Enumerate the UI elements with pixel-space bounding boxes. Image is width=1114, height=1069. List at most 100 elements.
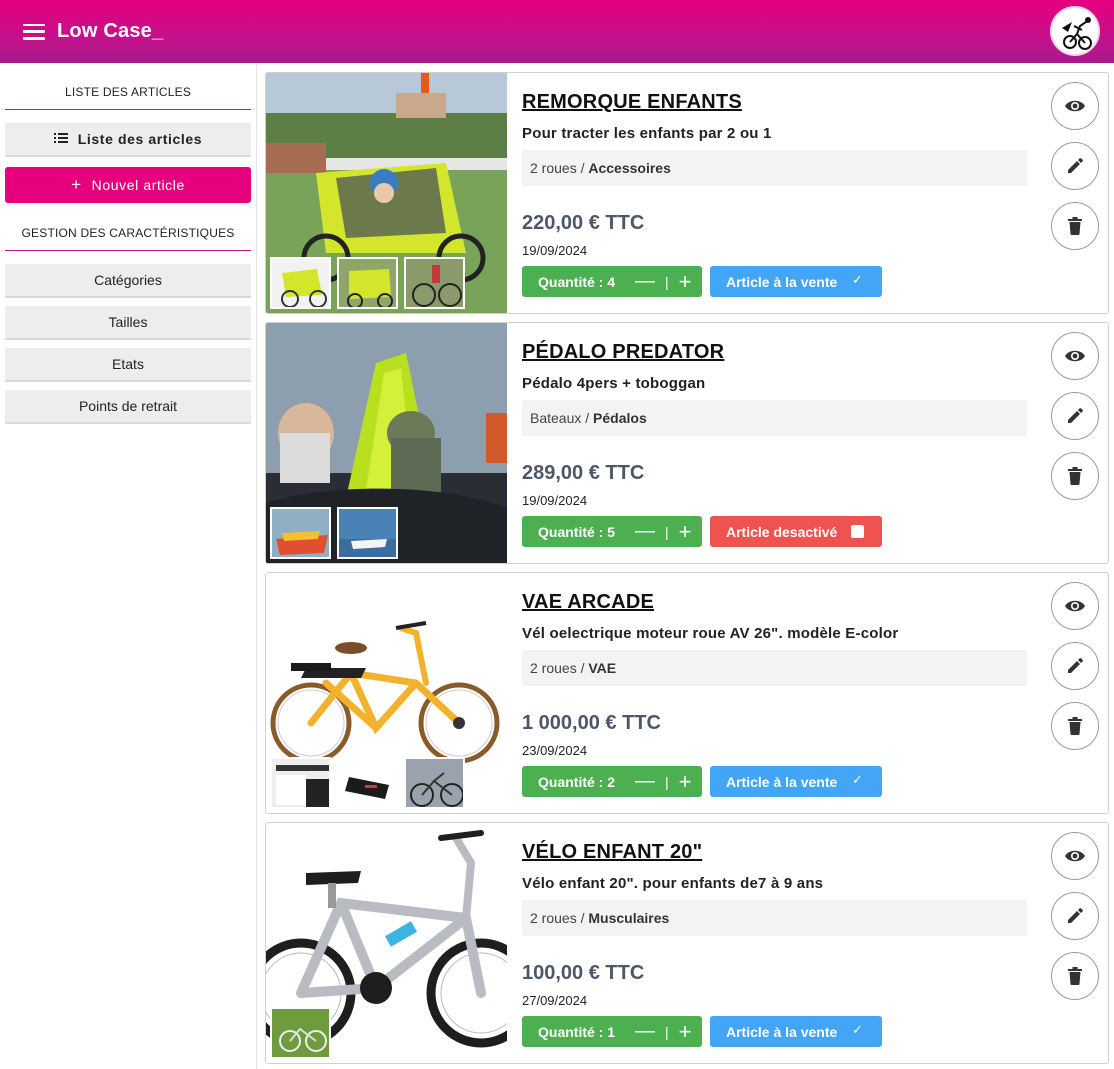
article-title[interactable]: REMORQUE ENFANTS bbox=[522, 91, 742, 114]
edit-button[interactable] bbox=[1051, 892, 1099, 940]
user-avatar-logo[interactable] bbox=[1050, 6, 1100, 56]
sale-status-toggle[interactable]: Article à la vente bbox=[710, 1016, 882, 1047]
sidebar-item-states[interactable]: Etats bbox=[5, 348, 251, 382]
subcategory-label: Musculaires bbox=[588, 910, 670, 926]
pencil-icon bbox=[1068, 908, 1083, 923]
article-date: 23/09/2024 bbox=[522, 743, 588, 758]
delete-button[interactable] bbox=[1051, 202, 1099, 250]
decrement-button[interactable]: — bbox=[635, 520, 655, 543]
thumbnail-image[interactable] bbox=[270, 1007, 331, 1059]
edit-button[interactable] bbox=[1051, 392, 1099, 440]
sale-status-label: Article à la vente bbox=[726, 273, 838, 290]
trash-icon bbox=[1068, 467, 1082, 485]
hamburger-icon[interactable] bbox=[23, 23, 45, 40]
section-divider bbox=[5, 250, 251, 251]
thumbnail-image[interactable] bbox=[404, 257, 465, 309]
decrement-button[interactable]: — bbox=[635, 770, 655, 793]
increment-button[interactable]: + bbox=[679, 269, 692, 295]
article-photo[interactable] bbox=[266, 823, 507, 1063]
edit-button[interactable] bbox=[1051, 142, 1099, 190]
edit-button[interactable] bbox=[1051, 642, 1099, 690]
quantity-label: Quantité : 4 bbox=[538, 273, 616, 290]
sale-status-toggle[interactable]: Article à la vente bbox=[710, 766, 882, 797]
article-price: 220,00 € TTC bbox=[522, 212, 645, 234]
thumbnail-image[interactable] bbox=[337, 507, 398, 559]
article-subtitle: Vélo enfant 20". pour enfants de7 à 9 an… bbox=[522, 875, 824, 892]
article-title[interactable]: VÉLO ENFANT 20" bbox=[522, 841, 702, 864]
subcategory-label: VAE bbox=[588, 660, 617, 676]
sidebar-item-pickup-points[interactable]: Points de retrait bbox=[5, 390, 251, 424]
article-subtitle: Pédalo 4pers + toboggan bbox=[522, 375, 706, 392]
checkbox-checked-icon[interactable] bbox=[851, 1022, 864, 1038]
quantity-label: Quantité : 2 bbox=[538, 773, 616, 790]
thumbnail-image[interactable] bbox=[270, 507, 331, 559]
articles-list-label: Liste des articles bbox=[77, 131, 203, 147]
sidebar-section-characteristics: GESTION DES CARACTÉRISTIQUES bbox=[21, 226, 235, 240]
sale-status-label: Article à la vente bbox=[726, 773, 838, 790]
thumbnail-image[interactable] bbox=[270, 757, 331, 809]
decrement-button[interactable]: — bbox=[635, 1020, 655, 1043]
quantity-label: Quantité : 5 bbox=[538, 523, 616, 540]
thumbnail-strip bbox=[270, 507, 398, 559]
app-title: Low Case_ bbox=[57, 20, 164, 42]
new-article-label: Nouvel article bbox=[91, 177, 185, 193]
eye-icon bbox=[1065, 850, 1085, 862]
thumbnail-image[interactable] bbox=[404, 757, 465, 809]
article-date: 19/09/2024 bbox=[522, 243, 588, 258]
article-card: PÉDALO PREDATOR Pédalo 4pers + toboggan … bbox=[265, 322, 1109, 564]
pencil-icon bbox=[1068, 158, 1083, 173]
delete-button[interactable] bbox=[1051, 452, 1099, 500]
sale-status-toggle[interactable]: Article desactivé bbox=[710, 516, 882, 547]
article-date: 27/09/2024 bbox=[522, 993, 588, 1008]
quantity-stepper: Quantité : 4 — | + bbox=[522, 266, 702, 297]
sidebar-item-sizes[interactable]: Tailles bbox=[5, 306, 251, 340]
checkbox-unchecked-icon[interactable] bbox=[851, 525, 864, 538]
sidebar-section-articles: LISTE DES ARTICLES bbox=[64, 85, 192, 99]
increment-button[interactable]: + bbox=[679, 769, 692, 795]
thumbnail-strip bbox=[270, 257, 465, 309]
view-button[interactable] bbox=[1051, 582, 1099, 630]
subcategory-label: Accessoires bbox=[588, 160, 671, 176]
article-photo[interactable] bbox=[266, 323, 507, 563]
article-price: 289,00 € TTC bbox=[522, 462, 645, 484]
article-card: VÉLO ENFANT 20" Vélo enfant 20". pour en… bbox=[265, 822, 1109, 1064]
pencil-icon bbox=[1068, 658, 1083, 673]
increment-button[interactable]: + bbox=[679, 519, 692, 545]
sidebar-item-categories[interactable]: Catégories bbox=[5, 264, 251, 298]
eye-icon bbox=[1065, 100, 1085, 112]
view-button[interactable] bbox=[1051, 832, 1099, 880]
delete-button[interactable] bbox=[1051, 702, 1099, 750]
thumbnail-strip bbox=[270, 757, 465, 809]
article-title[interactable]: PÉDALO PREDATOR bbox=[522, 341, 724, 364]
decrement-button[interactable]: — bbox=[635, 270, 655, 293]
view-button[interactable] bbox=[1051, 82, 1099, 130]
article-category: 2 roues / Accessoires bbox=[522, 150, 1027, 186]
articles-list-button[interactable]: Liste des articles bbox=[5, 123, 251, 157]
quantity-stepper: Quantité : 5 — | + bbox=[522, 516, 702, 547]
delete-button[interactable] bbox=[1051, 952, 1099, 1000]
new-article-button[interactable]: + Nouvel article bbox=[5, 167, 251, 203]
trash-icon bbox=[1068, 217, 1082, 235]
sale-status-toggle[interactable]: Article à la vente bbox=[710, 266, 882, 297]
quantity-stepper: Quantité : 1 — | + bbox=[522, 1016, 702, 1047]
checkbox-checked-icon[interactable] bbox=[851, 272, 864, 288]
article-photo[interactable] bbox=[266, 573, 507, 813]
article-card: VAE ARCADE Vél oelectrique moteur roue A… bbox=[265, 572, 1109, 814]
article-category: Bateaux / Pédalos bbox=[522, 400, 1027, 436]
article-photo[interactable] bbox=[266, 73, 507, 313]
thumbnail-image[interactable] bbox=[337, 257, 398, 309]
category-label: 2 roues bbox=[530, 910, 577, 926]
eye-icon bbox=[1065, 600, 1085, 612]
checkbox-checked-icon[interactable] bbox=[851, 772, 864, 788]
article-title[interactable]: VAE ARCADE bbox=[522, 591, 654, 614]
view-button[interactable] bbox=[1051, 332, 1099, 380]
thumbnail-image[interactable] bbox=[270, 257, 331, 309]
sidebar: LISTE DES ARTICLES Liste des articles + … bbox=[0, 63, 257, 1069]
increment-button[interactable]: + bbox=[679, 1019, 692, 1045]
thumbnail-image[interactable] bbox=[337, 757, 398, 809]
article-price: 100,00 € TTC bbox=[522, 962, 645, 984]
section-divider bbox=[5, 109, 251, 110]
quantity-label: Quantité : 1 bbox=[538, 1023, 616, 1040]
thumbnail-strip bbox=[270, 1007, 331, 1059]
trash-icon bbox=[1068, 717, 1082, 735]
